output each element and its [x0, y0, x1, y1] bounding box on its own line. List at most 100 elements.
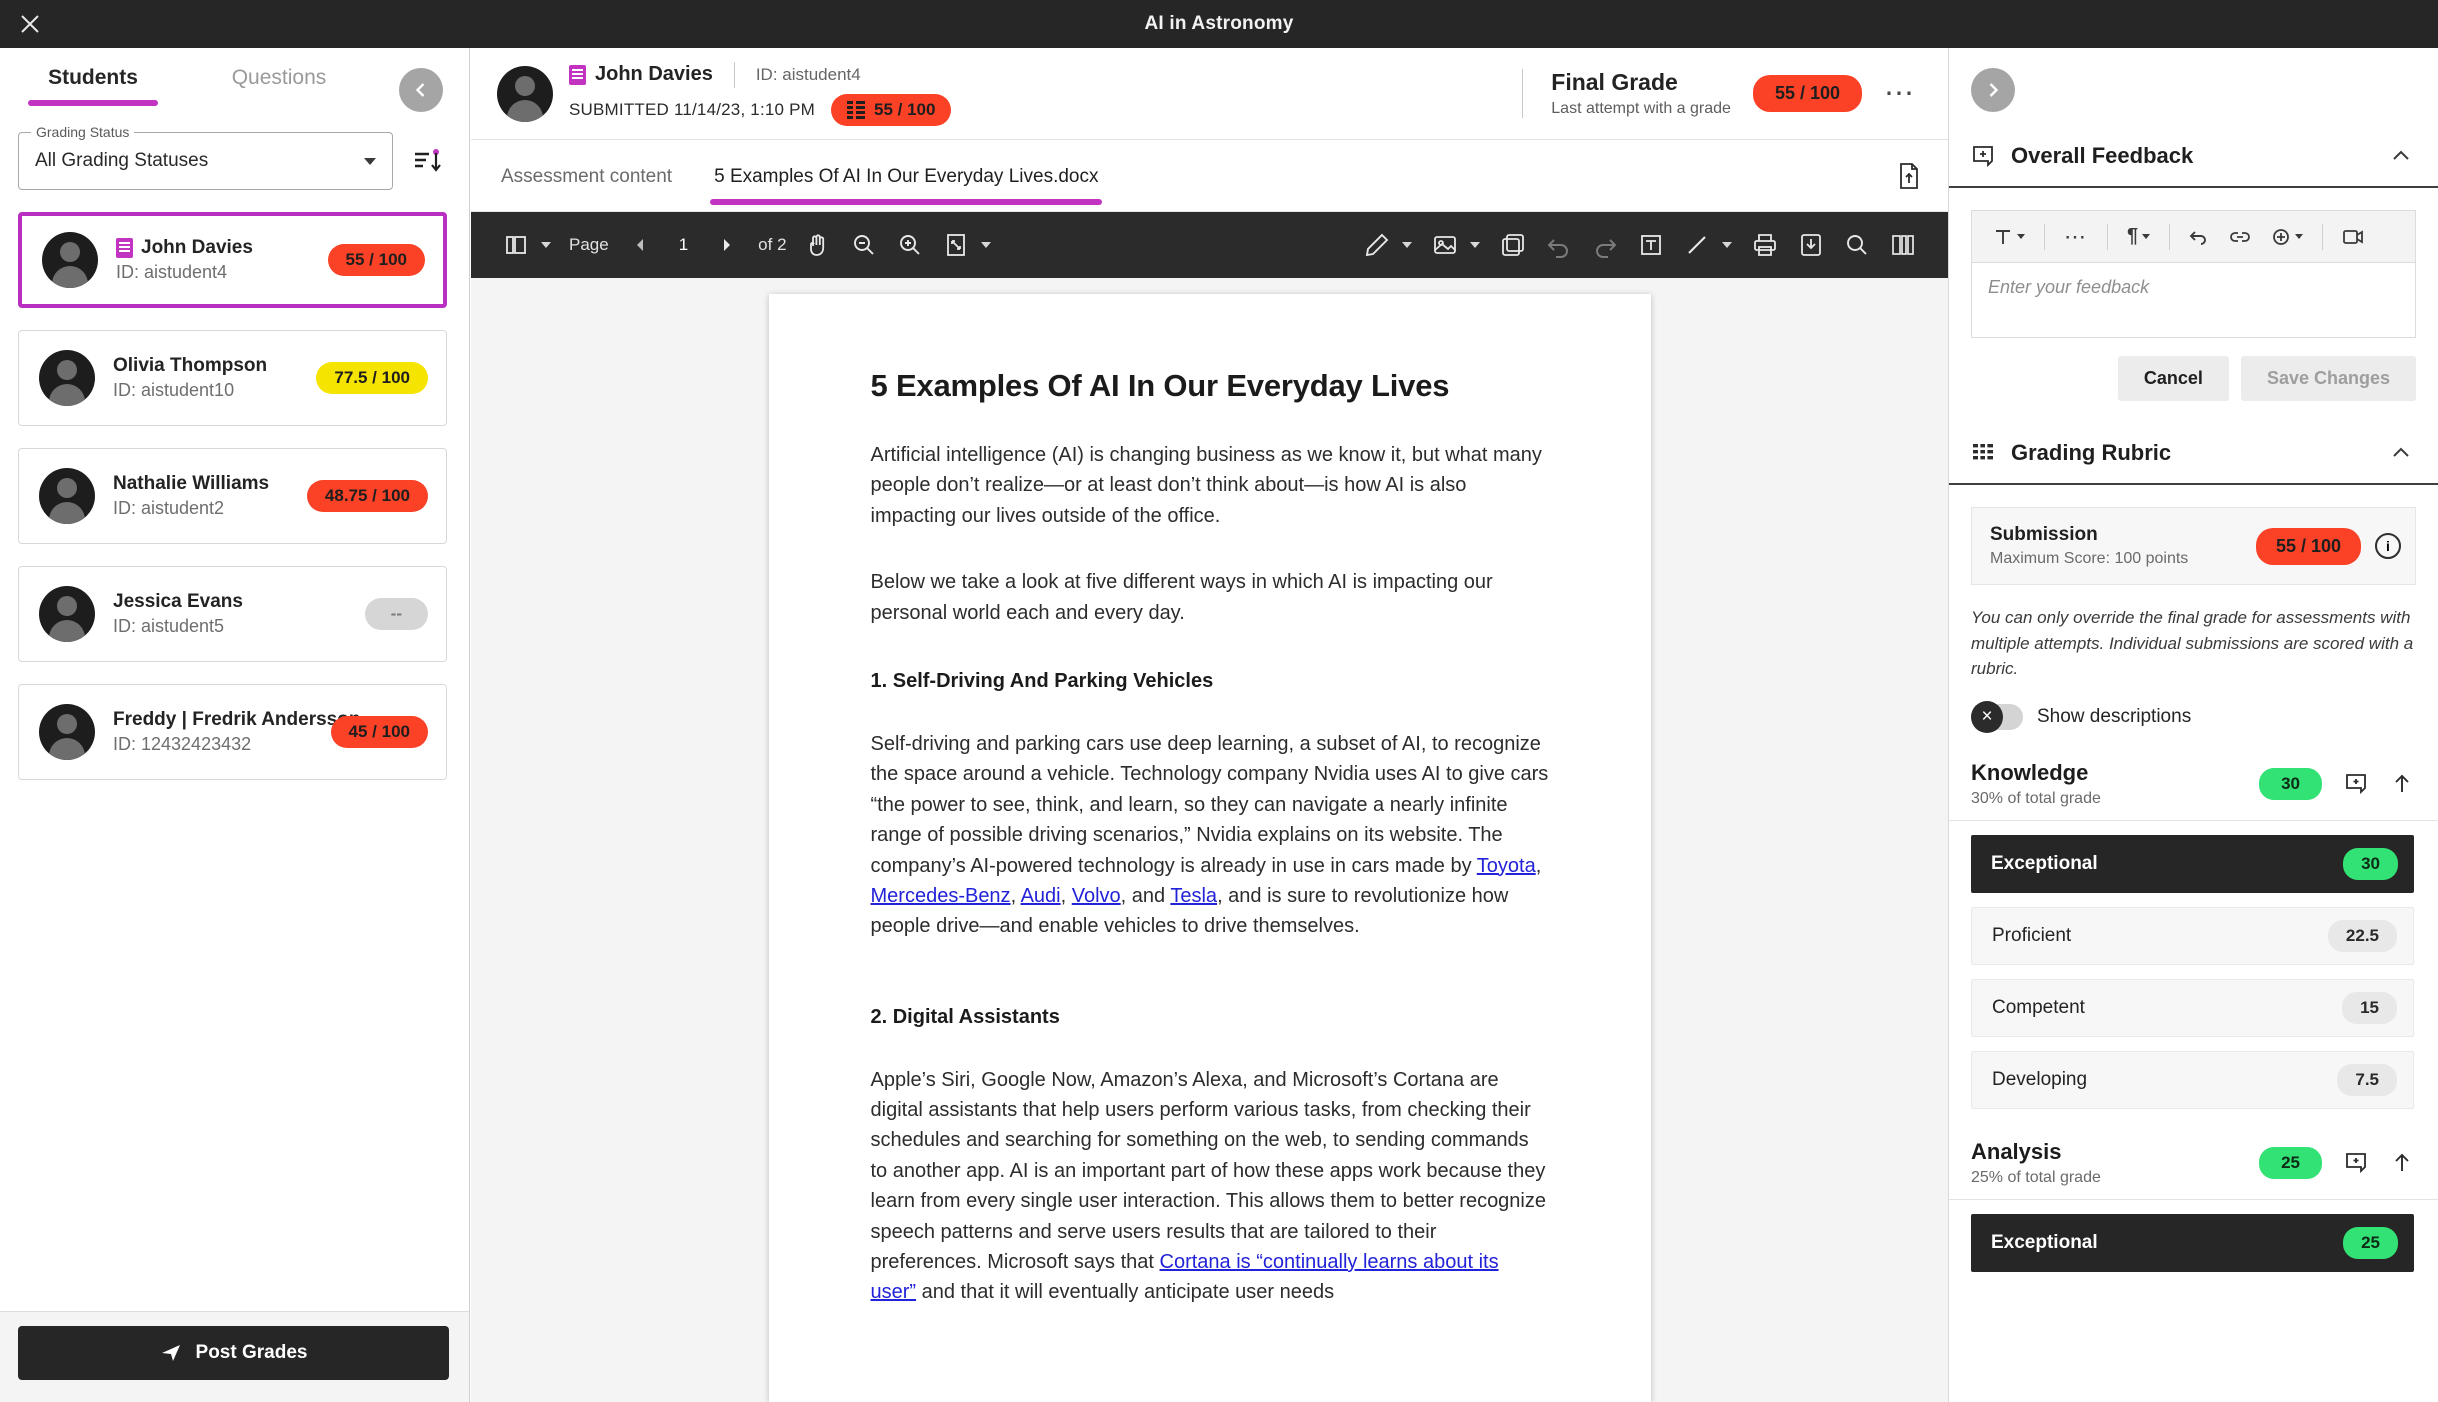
student-score-badge[interactable]: 77.5 / 100	[316, 362, 428, 394]
student-name: John Davies	[141, 237, 253, 258]
tab-submitted-file[interactable]: 5 Examples Of AI In Our Everyday Lives.d…	[710, 148, 1103, 205]
student-list-item[interactable]: Nathalie Williams ID: aistudent2 48.75 / 1…	[18, 448, 447, 544]
student-score-badge[interactable]: 45 / 100	[330, 716, 428, 748]
document-paragraph: Artificial intelligence (AI) is changing…	[870, 444, 1542, 527]
print-icon[interactable]	[1742, 222, 1788, 268]
criterion-header: Analysis 25% of total grade 25	[1949, 1139, 2438, 1200]
submission-score-badge[interactable]: 55 / 100	[2255, 527, 2361, 565]
show-descriptions-label: Show descriptions	[2037, 705, 2192, 727]
paragraph-icon[interactable]: ¶	[2118, 218, 2159, 256]
student-score-badge[interactable]: 55 / 100	[327, 244, 425, 276]
thumbnails-icon[interactable]	[1880, 222, 1926, 268]
grading-rubric-header[interactable]: Grading Rubric	[1949, 423, 2438, 485]
criterion-header: Knowledge 30% of total grade 30	[1949, 760, 2438, 821]
stamp-icon[interactable]	[1490, 222, 1536, 268]
insert-icon[interactable]	[2262, 218, 2312, 256]
undo-icon[interactable]	[2180, 218, 2218, 256]
link-mercedes-benz[interactable]: Mercedes-Benz	[871, 885, 1011, 907]
image-chevron-icon[interactable]	[1470, 242, 1480, 248]
next-page-icon[interactable]	[704, 222, 750, 268]
rubric-level-option[interactable]: Developing 7.5	[1971, 1050, 2414, 1109]
student-list-item[interactable]: John Davies ID: aistudent4 55 / 100	[18, 212, 447, 308]
rubric-level-option[interactable]: Exceptional 25	[1971, 1213, 2414, 1272]
sort-icon[interactable]	[407, 138, 447, 184]
prev-page-icon[interactable]	[617, 222, 663, 268]
rubric-level-option[interactable]: Competent 15	[1971, 978, 2414, 1037]
chevron-left-icon[interactable]	[399, 68, 443, 112]
hand-pan-icon[interactable]	[795, 222, 841, 268]
feedback-icon[interactable]	[2344, 772, 2368, 796]
link-volvo[interactable]: Volvo	[1072, 885, 1121, 907]
show-descriptions-toggle[interactable]	[1971, 700, 2023, 733]
search-icon[interactable]	[1834, 222, 1880, 268]
grading-status-select[interactable]: Grading Status All Grading Statuses	[18, 124, 393, 190]
cancel-button[interactable]: Cancel	[2117, 356, 2229, 401]
submission-score-badge[interactable]: 55 / 100	[831, 93, 952, 126]
submission-viewer: John Davies ID: aistudent4 SUBMITTED 11/…	[471, 48, 1948, 1402]
arrow-up-icon[interactable]	[2390, 772, 2414, 796]
pen-annotate-icon[interactable]	[1354, 222, 1400, 268]
text-box-icon[interactable]	[1628, 222, 1674, 268]
post-grades-button[interactable]: Post Grades	[18, 1326, 449, 1380]
redo-icon[interactable]	[1582, 222, 1628, 268]
line-chevron-icon[interactable]	[1722, 242, 1732, 248]
document-scroll-area[interactable]: 5 Examples Of AI In Our Everyday Lives A…	[471, 278, 1948, 1402]
pen-chevron-icon[interactable]	[1402, 242, 1412, 248]
fit-page-icon[interactable]	[933, 222, 979, 268]
criterion-score-badge[interactable]: 30	[2259, 767, 2322, 800]
chevron-right-icon[interactable]	[1971, 68, 2015, 112]
student-list[interactable]: John Davies ID: aistudent4 55 / 100 Olivia …	[0, 190, 469, 1311]
arrow-up-icon[interactable]	[2390, 1151, 2414, 1175]
link-tesla[interactable]: Tesla	[1170, 885, 1217, 907]
divider	[2044, 223, 2045, 250]
media-icon[interactable]	[2333, 218, 2373, 256]
rubric-level-option[interactable]: Exceptional 30	[1971, 834, 2414, 893]
paragraph-text: and that it will eventually anticipate u…	[916, 1281, 1335, 1304]
line-icon[interactable]	[1674, 222, 1720, 268]
tab-students[interactable]: Students	[0, 66, 186, 106]
fit-page-chevron-icon[interactable]	[980, 242, 991, 248]
final-grade-badge[interactable]: 55 / 100	[1752, 75, 1862, 112]
more-options-icon[interactable]: ⋯	[2055, 218, 2097, 256]
info-icon[interactable]: i	[2375, 533, 2401, 559]
save-changes-button[interactable]: Save Changes	[2240, 356, 2416, 401]
image-annotate-icon[interactable]	[1422, 222, 1468, 268]
rubric-icon	[1971, 441, 1995, 465]
student-info: John Davies ID: aistudent4	[116, 237, 328, 283]
link-toyota[interactable]: Toyota	[1477, 855, 1536, 877]
rubric-icon	[847, 100, 866, 119]
feedback-input[interactable]: Enter your feedback	[1971, 262, 2416, 338]
zoom-out-icon[interactable]	[841, 222, 887, 268]
text-format-icon[interactable]	[1984, 218, 2034, 256]
zoom-in-icon[interactable]	[887, 222, 933, 268]
student-info: Olivia Thompson ID: aistudent10	[113, 355, 316, 401]
undo-icon[interactable]	[1536, 222, 1582, 268]
page-layout-chevron-icon[interactable]	[541, 242, 551, 248]
criterion-score-badge[interactable]: 25	[2259, 1146, 2322, 1179]
paragraph-text: Self-driving and parking cars use deep l…	[870, 732, 1549, 877]
viewer-toolbar: Page 1 of 2	[471, 212, 1948, 278]
chevron-up-icon[interactable]	[2390, 145, 2412, 167]
tab-assessment-content[interactable]: Assessment content	[497, 148, 676, 204]
link-icon[interactable]	[2220, 218, 2260, 256]
overall-feedback-header[interactable]: Overall Feedback	[1949, 126, 2438, 188]
submission-student-id: ID: aistudent4	[755, 64, 861, 84]
post-grades-footer: Post Grades	[0, 1311, 469, 1402]
link-audi[interactable]: Audi	[1021, 885, 1061, 907]
student-info: Nathalie Williams ID: aistudent2	[113, 473, 307, 519]
student-list-item[interactable]: Jessica Evans ID: aistudent5 --	[18, 566, 447, 662]
tab-questions[interactable]: Questions	[186, 66, 372, 106]
rubric-level-option[interactable]: Proficient 22.5	[1971, 906, 2414, 965]
download-icon[interactable]	[1788, 222, 1834, 268]
chevron-up-icon[interactable]	[2390, 442, 2412, 464]
page-layout-icon[interactable]	[493, 222, 539, 268]
student-list-item[interactable]: Freddy | Fredrik Andersson ID: 1243242343…	[18, 684, 447, 780]
show-descriptions-row: Show descriptions	[1971, 700, 2416, 733]
student-score-badge[interactable]: --	[364, 598, 428, 630]
student-list-item[interactable]: Olivia Thompson ID: aistudent10 77.5 / 100	[18, 330, 447, 426]
student-score-badge[interactable]: 48.75 / 100	[306, 480, 428, 512]
page-number-input[interactable]: 1	[663, 235, 704, 255]
more-horizontal-icon[interactable]: ⋯	[1884, 78, 1922, 108]
feedback-icon[interactable]	[2344, 1151, 2368, 1175]
document-icon[interactable]	[1896, 162, 1922, 190]
